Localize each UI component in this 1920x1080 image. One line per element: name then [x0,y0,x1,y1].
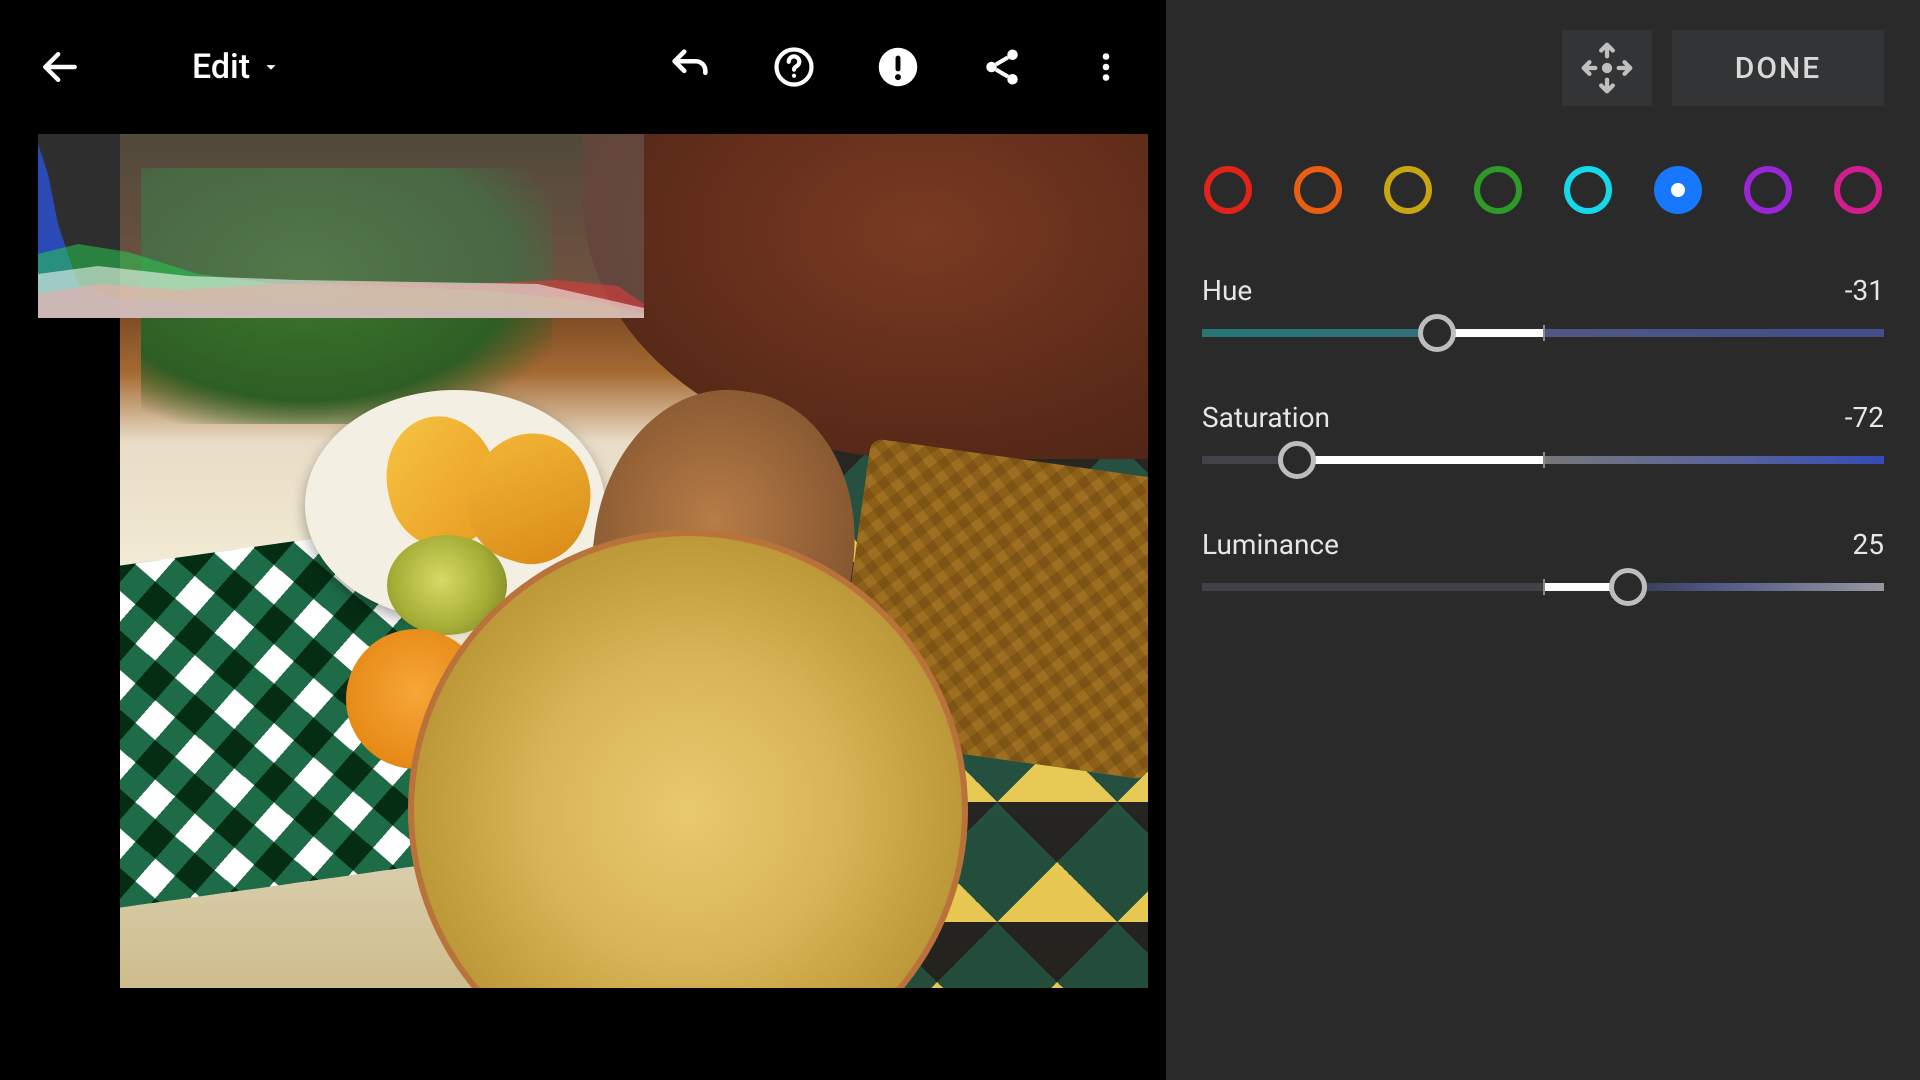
alert-icon [877,46,919,88]
preview-pane: Edit [0,0,1166,1080]
swatch-purple[interactable] [1744,166,1792,214]
mode-label: Edit [192,47,250,87]
share-button[interactable] [978,43,1026,91]
swatch-red[interactable] [1204,166,1252,214]
undo-icon [667,44,713,90]
swatch-blue[interactable] [1654,166,1702,214]
done-label: DONE [1735,51,1822,86]
help-button[interactable] [770,43,818,91]
luminance-slider[interactable]: Luminance 25 [1202,528,1884,591]
mode-dropdown[interactable]: Edit [192,47,282,87]
undo-button[interactable] [666,43,714,91]
hue-label: Hue [1202,274,1252,307]
histogram-plot [38,134,644,318]
pan-arrows-icon [1579,40,1635,96]
more-vert-icon [1088,49,1124,85]
swatch-magenta[interactable] [1834,166,1882,214]
saturation-slider[interactable]: Saturation -72 [1202,401,1884,464]
histogram[interactable] [38,134,644,318]
alert-button[interactable] [874,43,922,91]
pan-button[interactable] [1562,30,1652,106]
overflow-button[interactable] [1082,43,1130,91]
swatch-aqua[interactable] [1564,166,1612,214]
luminance-value: 25 [1853,528,1884,561]
done-button[interactable]: DONE [1672,30,1884,106]
hue-value: -31 [1845,274,1884,307]
chevron-down-icon [260,56,282,78]
swatch-orange[interactable] [1294,166,1342,214]
saturation-label: Saturation [1202,401,1330,434]
color-swatch-row [1202,166,1884,214]
hue-slider[interactable]: Hue -31 [1202,274,1884,337]
swatch-yellow[interactable] [1384,166,1432,214]
back-arrow-icon [38,45,82,89]
swatch-green[interactable] [1474,166,1522,214]
color-mix-panel: DONE Hue -31 [1166,0,1920,1080]
share-icon [981,46,1023,88]
top-bar: Edit [0,0,1166,134]
saturation-value: -72 [1845,401,1884,434]
help-icon [773,46,815,88]
luminance-label: Luminance [1202,528,1339,561]
back-button[interactable] [36,43,84,91]
